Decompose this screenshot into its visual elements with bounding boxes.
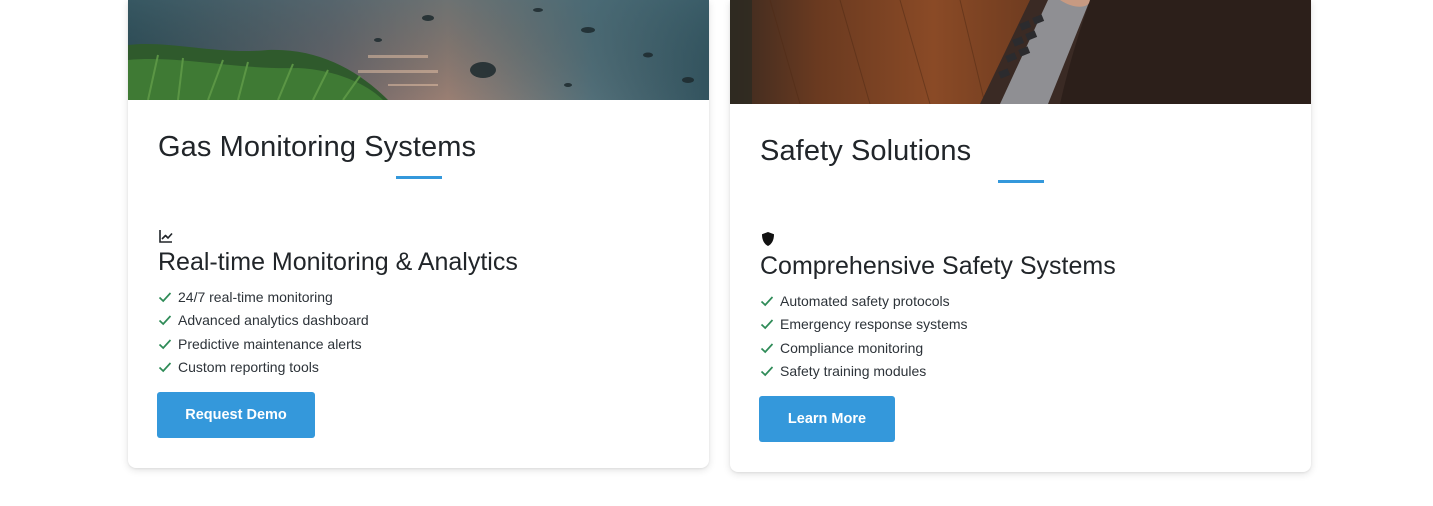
feature-list: Automated safety protocols Emergency res… — [760, 291, 968, 384]
list-item: Advanced analytics dashboard — [158, 310, 369, 333]
laptop-desk-image — [730, 0, 1311, 104]
list-item: Safety training modules — [760, 361, 968, 384]
list-item: Emergency response systems — [760, 314, 968, 337]
check-icon — [158, 292, 172, 303]
feature-title: Comprehensive Safety Systems — [760, 252, 1116, 280]
card-title: Gas Monitoring Systems — [158, 131, 477, 163]
feature-text: Compliance monitoring — [780, 339, 924, 356]
check-icon — [760, 296, 774, 307]
feature-text: Predictive maintenance alerts — [178, 335, 362, 352]
learn-more-button[interactable]: Learn More — [759, 396, 895, 442]
list-item: Predictive maintenance alerts — [158, 334, 369, 357]
feature-text: Advanced analytics dashboard — [178, 312, 369, 329]
list-item: 24/7 real-time monitoring — [158, 287, 369, 310]
shield-icon — [762, 232, 774, 246]
card-title: Safety Solutions — [760, 135, 972, 167]
check-icon — [158, 315, 172, 326]
check-icon — [760, 343, 774, 353]
list-item: Automated safety protocols — [760, 291, 968, 314]
feature-list: 24/7 real-time monitoring Advanced analy… — [158, 287, 369, 380]
feature-text: Custom reporting tools — [178, 358, 319, 375]
check-icon — [760, 319, 774, 330]
feature-text: 24/7 real-time monitoring — [178, 289, 333, 305]
list-item: Compliance monitoring — [760, 338, 968, 361]
title-underline — [998, 180, 1044, 183]
check-icon — [158, 362, 172, 373]
feature-text: Safety training modules — [780, 362, 927, 379]
feature-text: Automated safety protocols — [780, 293, 950, 309]
feature-title: Real-time Monitoring & Analytics — [158, 248, 518, 276]
request-demo-button[interactable]: Request Demo — [157, 392, 315, 438]
chart-line-icon — [159, 230, 173, 243]
title-underline — [396, 176, 442, 179]
check-icon — [158, 339, 172, 349]
list-item: Custom reporting tools — [158, 357, 369, 380]
gas-monitoring-card: Gas Monitoring Systems Real-time Monitor… — [128, 0, 709, 468]
safety-solutions-card: Safety Solutions Comprehensive Safety Sy… — [730, 0, 1311, 472]
river-landscape-image — [128, 0, 709, 100]
feature-text: Emergency response systems — [780, 316, 968, 333]
check-icon — [760, 366, 774, 377]
